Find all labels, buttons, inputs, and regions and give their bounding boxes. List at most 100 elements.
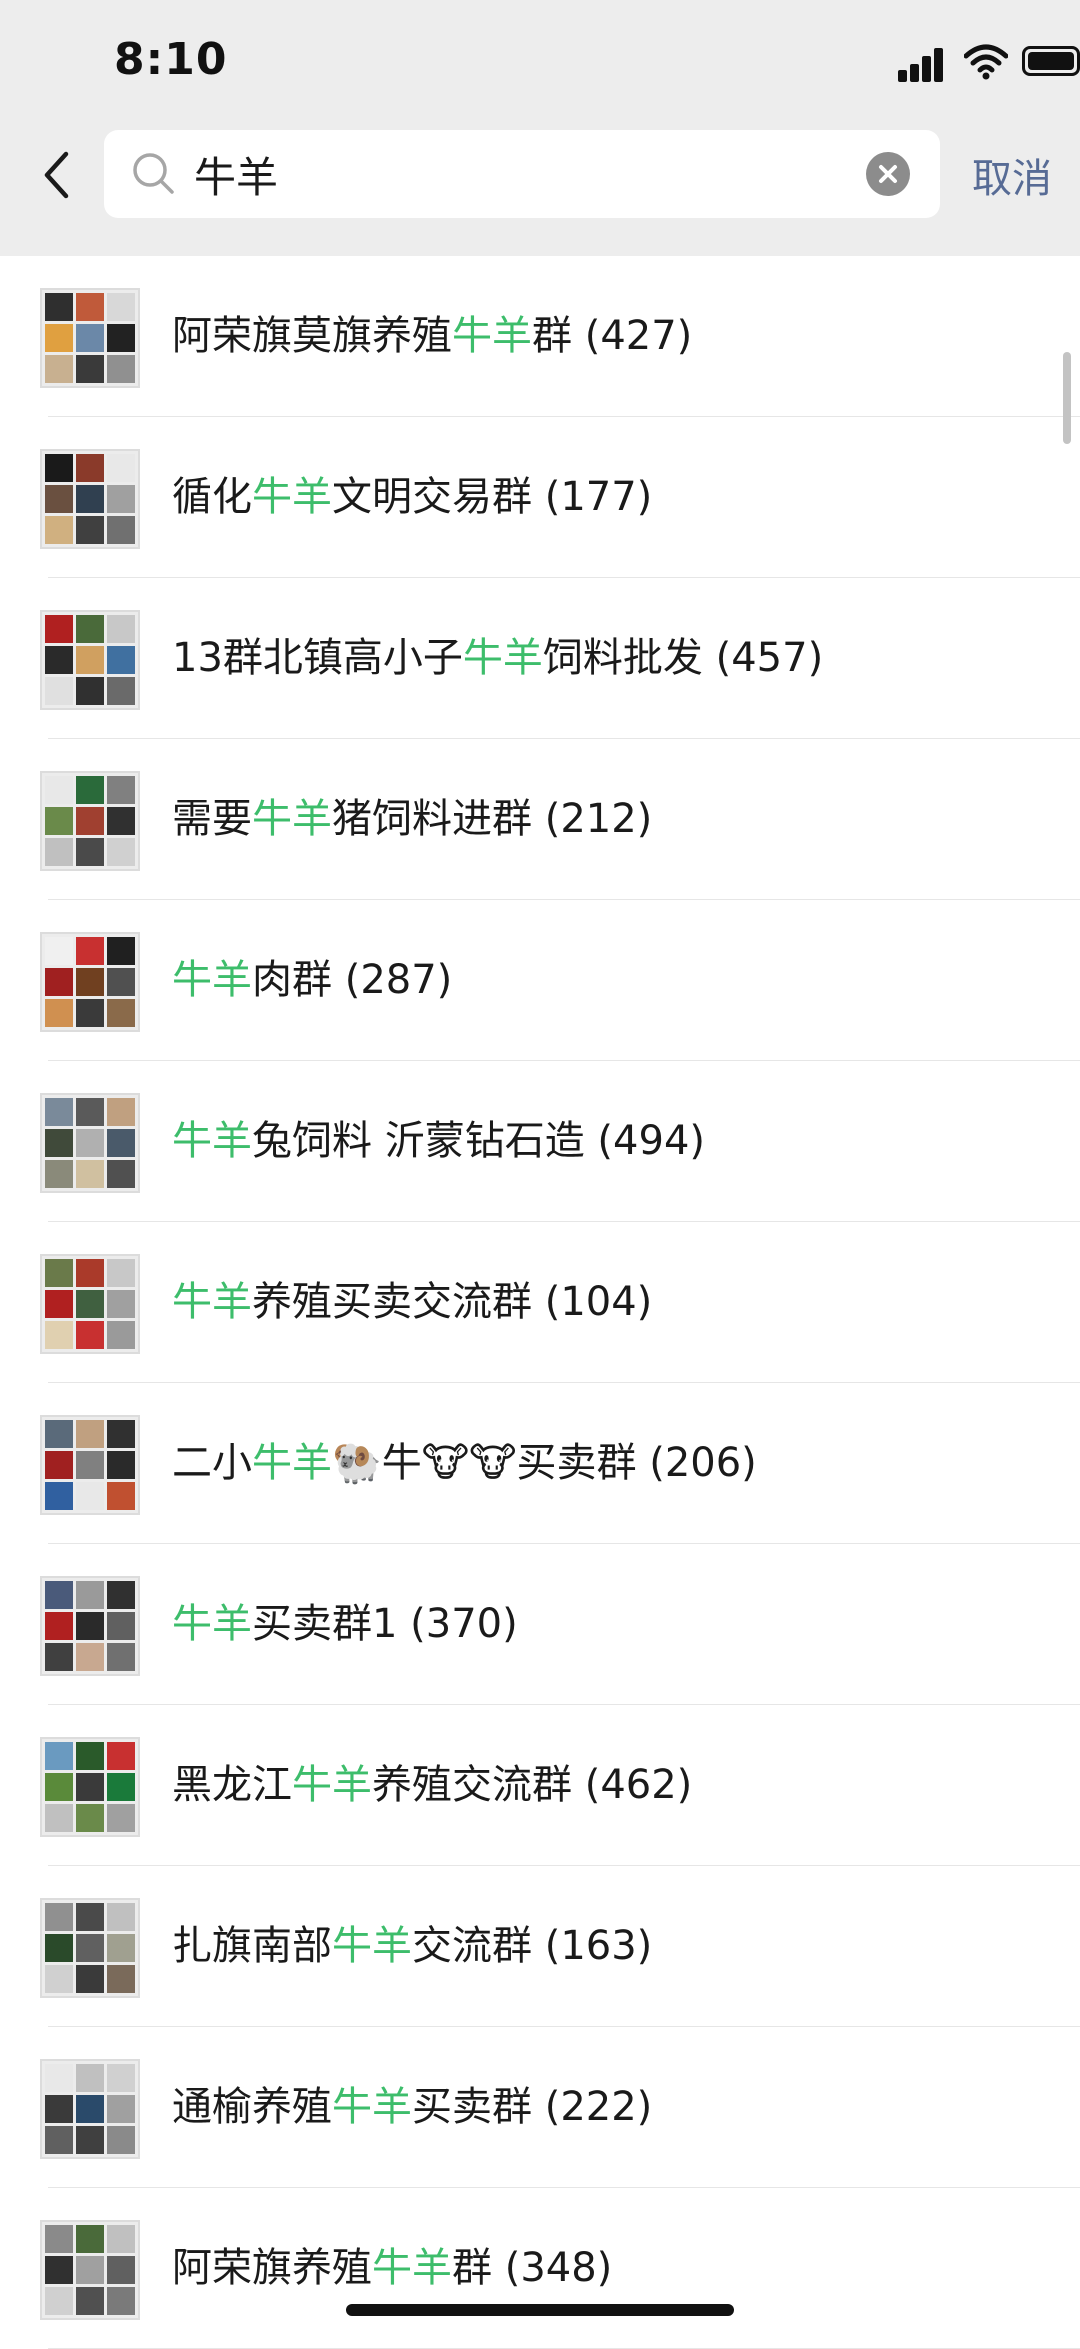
avatar-tile bbox=[107, 1742, 135, 1770]
group-name-suffix: 买卖群 bbox=[412, 2084, 532, 2130]
avatar-tile bbox=[45, 485, 73, 513]
search-result-row[interactable]: 牛羊肉群 (287) bbox=[0, 900, 1080, 1061]
search-result-row[interactable]: 阿荣旗莫旗养殖牛羊群 (427) bbox=[0, 256, 1080, 417]
avatar-tile bbox=[107, 2095, 135, 2123]
avatar-tile bbox=[76, 1903, 104, 1931]
search-result-row[interactable]: 阿荣旗养殖牛羊群 (348) bbox=[0, 2188, 1080, 2349]
avatar-tile bbox=[76, 1482, 104, 1510]
status-time: 8:10 bbox=[114, 34, 228, 85]
avatar-tile bbox=[76, 454, 104, 482]
search-result-row[interactable]: 通榆养殖牛羊买卖群 (222) bbox=[0, 2027, 1080, 2188]
avatar-tile bbox=[45, 1581, 73, 1609]
avatar-tile bbox=[107, 1934, 135, 1962]
search-result-row[interactable]: 二小牛羊🐏牛🐮🐮买卖群 (206) bbox=[0, 1383, 1080, 1544]
avatar-tile bbox=[45, 293, 73, 321]
group-name-prefix: 扎旗南部 bbox=[172, 1923, 332, 1969]
member-count: (370) bbox=[397, 1601, 518, 1647]
group-name-prefix: 二小 bbox=[172, 1440, 252, 1486]
avatar-tile bbox=[107, 1903, 135, 1931]
avatar-tile bbox=[45, 1903, 73, 1931]
group-name: 牛羊肉群 (287) bbox=[172, 954, 452, 1006]
avatar-tile bbox=[107, 485, 135, 513]
search-input[interactable] bbox=[194, 130, 834, 218]
avatar-tile bbox=[45, 1451, 73, 1479]
avatar-tile bbox=[76, 355, 104, 383]
group-name-suffix: 养殖买卖交流群 bbox=[252, 1279, 532, 1325]
member-count: (427) bbox=[572, 313, 693, 359]
chevron-left-icon bbox=[44, 151, 69, 199]
group-name-suffix: 猪饲料进群 bbox=[332, 796, 532, 842]
avatar-tile bbox=[45, 937, 73, 965]
avatar-tile bbox=[45, 1098, 73, 1126]
avatar-tile bbox=[107, 1321, 135, 1349]
search-icon bbox=[133, 153, 174, 194]
avatar-tile bbox=[45, 999, 73, 1027]
avatar-tile bbox=[107, 999, 135, 1027]
avatar-tile bbox=[76, 2126, 104, 2154]
group-name-suffix: 肉群 bbox=[252, 957, 332, 1003]
clear-search-button[interactable] bbox=[866, 152, 910, 196]
avatar-tile bbox=[45, 1643, 73, 1671]
group-avatar bbox=[40, 449, 140, 549]
avatar-tile bbox=[107, 2287, 135, 2315]
group-name-prefix: 阿荣旗莫旗养殖 bbox=[172, 313, 452, 359]
cancel-button[interactable]: 取消 bbox=[972, 146, 1052, 204]
search-result-row[interactable]: 循化牛羊文明交易群 (177) bbox=[0, 417, 1080, 578]
avatar-tile bbox=[45, 1482, 73, 1510]
avatar-tile bbox=[76, 1742, 104, 1770]
member-count: (348) bbox=[492, 2245, 613, 2291]
avatar-tile bbox=[45, 1612, 73, 1640]
avatar-tile bbox=[45, 2256, 73, 2284]
group-name-prefix: 需要 bbox=[172, 796, 252, 842]
member-count: (177) bbox=[532, 474, 653, 520]
avatar-tile bbox=[76, 1804, 104, 1832]
group-name-prefix: 阿荣旗养殖 bbox=[172, 2245, 372, 2291]
member-count: (494) bbox=[584, 1118, 705, 1164]
avatar-tile bbox=[45, 807, 73, 835]
group-name: 循化牛羊文明交易群 (177) bbox=[172, 471, 652, 523]
group-name-suffix: 交流群 bbox=[412, 1923, 532, 1969]
search-result-row[interactable]: 黑龙江牛羊养殖交流群 (462) bbox=[0, 1705, 1080, 1866]
avatar-tile bbox=[76, 293, 104, 321]
avatar-tile bbox=[76, 1773, 104, 1801]
search-match-highlight: 牛羊 bbox=[332, 1923, 412, 1969]
search-results-list: 三四（3）牛羊养殖交流群 (373)阿荣旗莫旗养殖牛羊群 (427)循化牛羊文明… bbox=[0, 95, 1080, 2349]
search-result-row[interactable]: 扎旗南部牛羊交流群 (163) bbox=[0, 1866, 1080, 2027]
status-icons bbox=[780, 40, 1080, 84]
avatar-tile bbox=[76, 516, 104, 544]
avatar-tile bbox=[76, 1934, 104, 1962]
scrollbar[interactable] bbox=[1063, 352, 1071, 444]
avatar-tile bbox=[45, 2126, 73, 2154]
search-result-row[interactable]: 牛羊买卖群1 (370) bbox=[0, 1544, 1080, 1705]
search-result-row[interactable]: 牛羊养殖买卖交流群 (104) bbox=[0, 1222, 1080, 1383]
group-name-suffix: 买卖群1 bbox=[252, 1601, 398, 1647]
avatar-tile bbox=[107, 2126, 135, 2154]
group-avatar bbox=[40, 1093, 140, 1193]
search-bar[interactable] bbox=[104, 130, 940, 218]
avatar-tile bbox=[45, 1742, 73, 1770]
search-result-row[interactable]: 牛羊兔饲料 沂蒙钻石造 (494) bbox=[0, 1061, 1080, 1222]
search-result-row[interactable]: 13群北镇高小子牛羊饲料批发 (457) bbox=[0, 578, 1080, 739]
avatar-tile bbox=[45, 1804, 73, 1832]
group-name-suffix: 养殖交流群 bbox=[372, 1762, 572, 1808]
avatar-tile bbox=[107, 646, 135, 674]
avatar-tile bbox=[45, 1160, 73, 1188]
avatar-tile bbox=[107, 1098, 135, 1126]
group-name: 通榆养殖牛羊买卖群 (222) bbox=[172, 2081, 652, 2133]
group-name: 扎旗南部牛羊交流群 (163) bbox=[172, 1920, 652, 1972]
avatar-tile bbox=[45, 1420, 73, 1448]
avatar-tile bbox=[76, 1259, 104, 1287]
avatar-tile bbox=[45, 355, 73, 383]
avatar-tile bbox=[76, 1581, 104, 1609]
group-name: 牛羊养殖买卖交流群 (104) bbox=[172, 1276, 652, 1328]
avatar-tile bbox=[76, 776, 104, 804]
avatar-tile bbox=[76, 324, 104, 352]
group-name: 牛羊兔饲料 沂蒙钻石造 (494) bbox=[172, 1115, 705, 1167]
search-match-highlight: 牛羊 bbox=[172, 1279, 252, 1325]
search-result-row[interactable]: 需要牛羊猪饲料进群 (212) bbox=[0, 739, 1080, 900]
avatar-tile bbox=[107, 1290, 135, 1318]
back-button[interactable] bbox=[30, 140, 82, 210]
avatar-tile bbox=[45, 1934, 73, 1962]
search-match-highlight: 牛羊 bbox=[292, 1762, 372, 1808]
avatar-tile bbox=[107, 1804, 135, 1832]
